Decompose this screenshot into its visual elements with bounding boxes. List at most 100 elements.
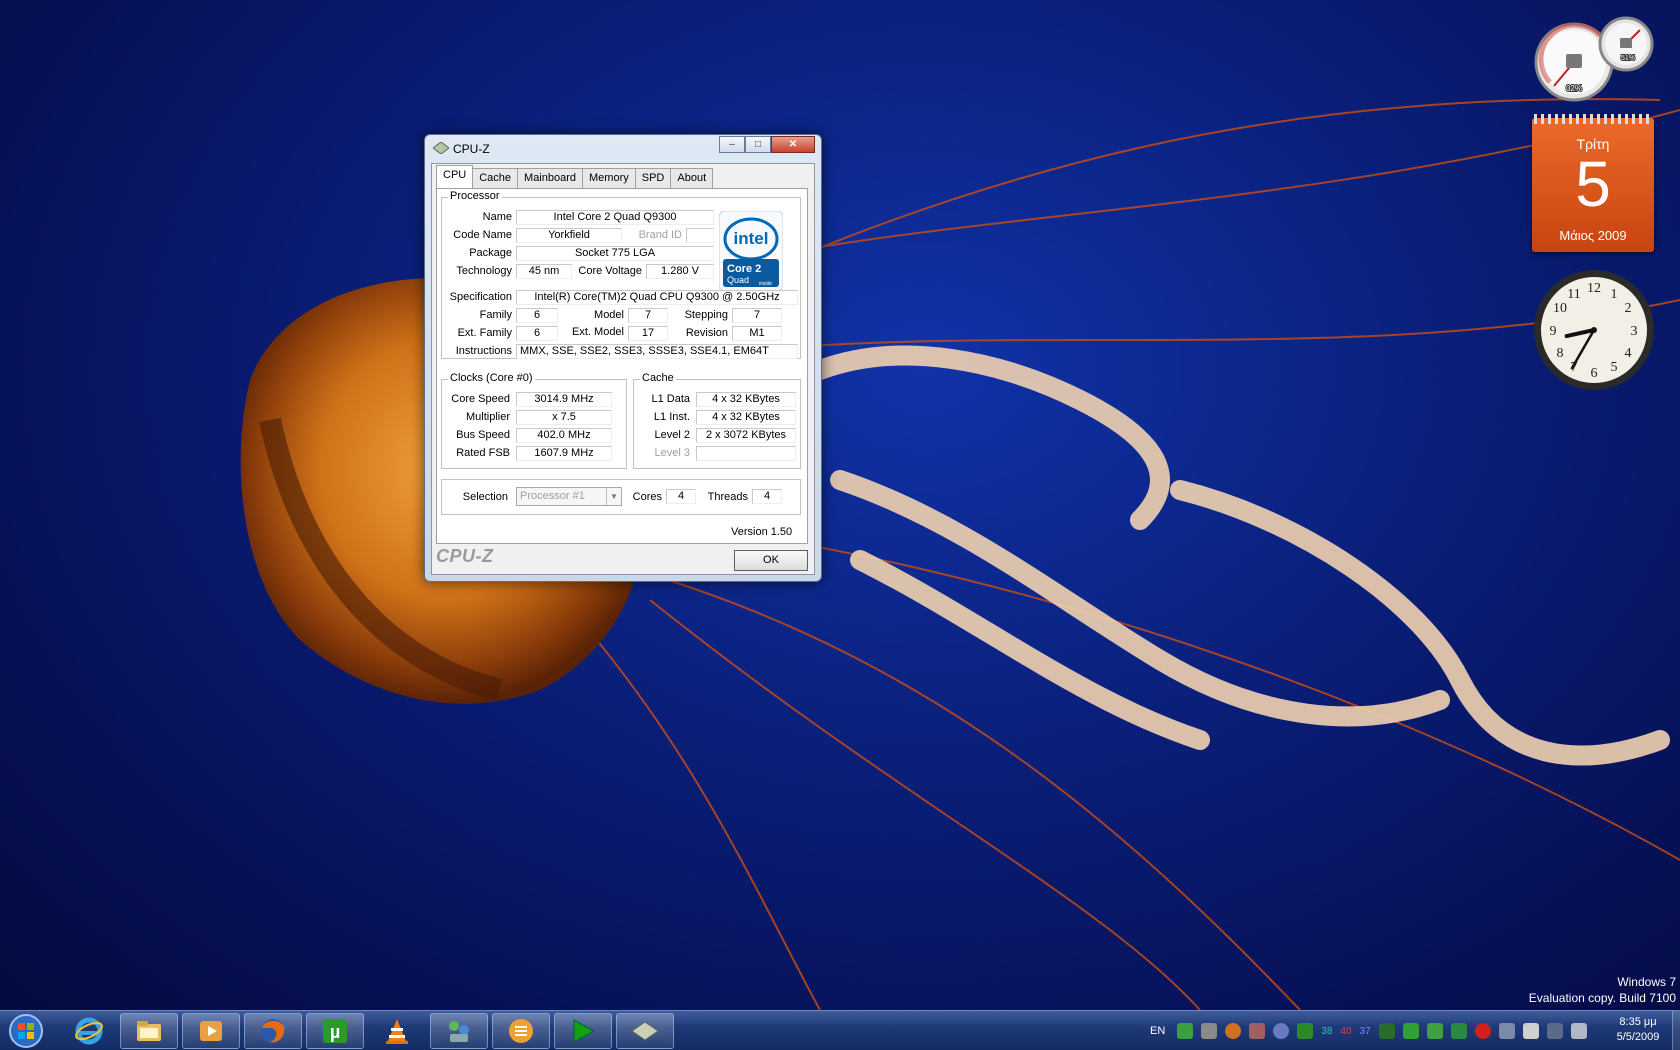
svg-text:5: 5 (1611, 360, 1618, 375)
processor-select[interactable]: Processor #1 ▼ (516, 487, 622, 506)
cpu-tab-panel: Processor Name Intel Core 2 Quad Q9300 C… (436, 188, 808, 544)
utorrent-icon: µ (323, 1019, 347, 1043)
intel-logo-brand: intel (734, 229, 769, 248)
hardware-icon[interactable] (1249, 1023, 1266, 1039)
core-voltage-label: Core Voltage (578, 265, 642, 277)
window-titlebar[interactable]: CPU-Z – □ ✕ (425, 135, 821, 161)
taskbar-vlc[interactable] (368, 1013, 426, 1049)
watermark-line1: Windows 7 (1617, 975, 1676, 989)
minimize-button[interactable]: – (719, 136, 745, 153)
taskbar-play-app[interactable] (554, 1013, 612, 1049)
processor-select-value: Processor #1 (520, 490, 585, 502)
level3-label: Level 3 (654, 447, 690, 459)
firefox-icon (261, 1019, 285, 1043)
taskbar-media-player[interactable] (182, 1013, 240, 1049)
cpu-usage-text: 02% (1566, 84, 1582, 93)
opera-icon[interactable] (1474, 1023, 1491, 1039)
codename-label: Code Name (453, 229, 512, 241)
taskbar-utorrent[interactable]: µ (306, 1013, 364, 1049)
app-h-icon[interactable] (1426, 1023, 1443, 1039)
ok-button[interactable]: OK (734, 550, 808, 571)
network-people-icon (449, 1021, 469, 1042)
calendar-month-year: Μάιος 2009 (1559, 228, 1627, 243)
leaf-icon[interactable] (1378, 1023, 1395, 1039)
vlc-cone-icon (386, 1019, 408, 1044)
ext-family-label: Ext. Family (457, 327, 512, 339)
family-value: 6 (516, 308, 558, 323)
wifi-icon[interactable] (1450, 1023, 1467, 1039)
tab-about[interactable]: About (670, 168, 714, 188)
taskbar-cpu-z[interactable] (616, 1013, 674, 1049)
calendar-rings (1534, 114, 1652, 124)
package-value: Socket 775 LGA (516, 246, 714, 261)
monitor-icon[interactable] (1498, 1023, 1515, 1039)
system-tray: EN 38 40 37 (1150, 1019, 1595, 1043)
network-icon[interactable] (1201, 1023, 1218, 1039)
rated-fsb-label: Rated FSB (456, 447, 510, 459)
cache-group-label: Cache (640, 372, 676, 384)
taskbar-network-app[interactable] (430, 1013, 488, 1049)
clock-gadget[interactable]: 12 12 345 678 91011 (1532, 268, 1656, 392)
model-value: 7 (628, 308, 668, 323)
svg-text:1: 1 (1611, 287, 1618, 302)
recycle-icon[interactable] (1402, 1023, 1419, 1039)
tab-mainboard[interactable]: Mainboard (517, 168, 584, 188)
taskbar-windows-explorer[interactable] (120, 1013, 178, 1049)
tab-memory[interactable]: Memory (582, 168, 636, 188)
taskbar-firefox[interactable] (244, 1013, 302, 1049)
instructions-value: MMX, SSE, SSE2, SSE3, SSSE3, SSE4.1, EM6… (516, 344, 798, 359)
shield-check-icon[interactable] (1177, 1023, 1194, 1039)
maximize-button[interactable]: □ (745, 136, 771, 153)
cores-label: Cores (632, 491, 662, 503)
calendar-day-number: 5 (1575, 148, 1611, 220)
brandid-label: Brand ID (638, 229, 682, 241)
flag-icon[interactable] (1297, 1023, 1314, 1039)
tab-cpu[interactable]: CPU (436, 165, 474, 188)
folder-icon (137, 1021, 161, 1041)
calendar-gadget[interactable]: Τρίτη 5 Μάιος 2009 (1532, 114, 1654, 252)
intel-logo-line3: inside (759, 281, 772, 287)
volume-icon[interactable] (1570, 1023, 1587, 1039)
watermark-line2: Evaluation copy. Build 7100 (1528, 991, 1676, 1005)
memory-usage-text: 51% (1621, 55, 1635, 62)
cpu-meter-gadget[interactable]: 02% 51% (1530, 12, 1656, 104)
ext-model-label: Ext. Model (572, 326, 624, 338)
brandid-value (686, 228, 714, 243)
processor-group-label: Processor (448, 190, 502, 202)
windows-watermark: Windows 7 Evaluation copy. Build 7100 (1529, 974, 1676, 1006)
taskbar: µ EN 38 40 37 8:35 μμ 5/5/2009 (0, 1010, 1680, 1050)
taskbar-date: 5/5/2009 (1616, 1031, 1660, 1043)
cpuz-chip-icon (631, 1021, 659, 1041)
start-button[interactable] (6, 1013, 46, 1049)
window-title: CPU-Z (453, 142, 490, 156)
model-label: Model (594, 309, 624, 321)
show-desktop-button[interactable] (1672, 1011, 1680, 1050)
threads-value: 4 (752, 489, 782, 504)
name-value: Intel Core 2 Quad Q9300 (516, 210, 714, 225)
chevron-down-icon[interactable]: ▼ (606, 488, 621, 505)
sun-icon[interactable] (1225, 1023, 1242, 1039)
l1-data-value: 4 x 32 KBytes (696, 392, 796, 407)
lightning-icon[interactable] (1273, 1023, 1290, 1039)
intel-logo-line1: Core 2 (727, 263, 761, 275)
tab-spd[interactable]: SPD (634, 168, 672, 188)
media-lines-icon (509, 1019, 533, 1043)
name-label: Name (482, 211, 512, 223)
tray-temp-3[interactable]: 37 (1360, 1026, 1371, 1037)
close-button[interactable]: ✕ (771, 136, 815, 153)
action-center-flag-icon[interactable] (1522, 1023, 1539, 1039)
revision-value: M1 (732, 326, 782, 341)
display-icon[interactable] (1546, 1023, 1563, 1039)
taskbar-internet-explorer[interactable] (60, 1013, 118, 1049)
svg-text:11: 11 (1567, 287, 1580, 302)
tray-temp-1[interactable]: 38 (1321, 1026, 1332, 1037)
taskbar-media-app[interactable] (492, 1013, 550, 1049)
tab-cache[interactable]: Cache (472, 168, 519, 188)
bus-speed-label: Bus Speed (456, 429, 510, 441)
intel-logo-line2: Quad (727, 275, 749, 285)
stepping-value: 7 (732, 308, 782, 323)
l1-data-label: L1 Data (651, 393, 690, 405)
language-indicator[interactable]: EN (1150, 1025, 1165, 1037)
taskbar-clock[interactable]: 8:35 μμ 5/5/2009 (1598, 1015, 1678, 1045)
tray-temp-2[interactable]: 40 (1340, 1026, 1351, 1037)
